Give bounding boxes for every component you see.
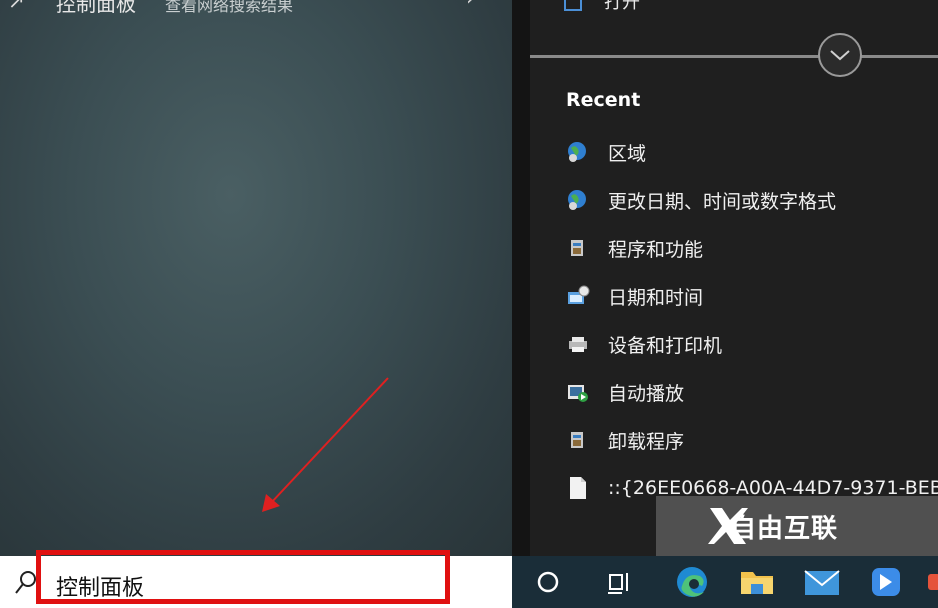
recent-item-label: 自动播放 bbox=[608, 382, 685, 405]
watermark-logo-icon bbox=[708, 508, 748, 544]
pane-edge bbox=[512, 0, 530, 556]
open-label: 打开 bbox=[604, 0, 640, 13]
recent-item[interactable]: 更改日期、时间或数字格式 bbox=[566, 185, 938, 215]
feishu-icon[interactable] bbox=[862, 556, 910, 608]
recent-item-label: 日期和时间 bbox=[608, 286, 704, 309]
open-action[interactable]: 打开 bbox=[564, 0, 640, 14]
globe-settings-icon bbox=[566, 140, 590, 164]
mail-icon[interactable] bbox=[798, 556, 846, 608]
recent-item-label: 程序和功能 bbox=[608, 238, 704, 261]
cortana-circle-icon[interactable] bbox=[524, 556, 572, 608]
annotation-arrow bbox=[262, 377, 389, 512]
recent-item-label: 设备和打印机 bbox=[608, 334, 723, 357]
chevron-down-icon bbox=[830, 50, 850, 61]
programs-icon bbox=[566, 428, 590, 452]
open-icon bbox=[564, 0, 582, 11]
recent-item[interactable]: 区域 bbox=[566, 137, 938, 167]
recent-item[interactable]: 卸载程序 bbox=[566, 425, 938, 455]
recent-item[interactable]: 程序和功能 bbox=[566, 233, 938, 263]
recent-item[interactable]: 日期和时间 bbox=[566, 281, 938, 311]
printer-icon bbox=[566, 332, 590, 356]
edge-icon[interactable] bbox=[668, 556, 716, 608]
date-time-icon bbox=[566, 284, 590, 308]
divider bbox=[530, 55, 938, 58]
watermark: 自由互联 bbox=[656, 496, 938, 556]
programs-icon bbox=[566, 236, 590, 260]
recent-item[interactable]: 设备和打印机 bbox=[566, 329, 938, 359]
recent-item-label: 区域 bbox=[608, 142, 647, 165]
search-icon bbox=[15, 571, 36, 594]
autoplay-icon bbox=[566, 380, 590, 404]
task-view-icon[interactable] bbox=[596, 556, 644, 608]
annotation-highlight-box bbox=[36, 550, 450, 604]
recent-heading: Recent bbox=[566, 89, 641, 111]
file-explorer-icon[interactable] bbox=[733, 556, 781, 608]
file-icon bbox=[566, 476, 590, 500]
recent-item-label: 卸载程序 bbox=[608, 430, 685, 453]
expand-button[interactable] bbox=[818, 33, 862, 77]
partial-app-icon[interactable] bbox=[922, 556, 938, 608]
recent-item-label: 更改日期、时间或数字格式 bbox=[608, 190, 837, 213]
recent-item[interactable]: 自动播放 bbox=[566, 377, 938, 407]
result-details-pane: 打开 Recent 区域 更改日期、时间或数字格式 程序和功能 日期和时间 设备… bbox=[512, 0, 938, 556]
globe-settings-icon bbox=[566, 188, 590, 212]
